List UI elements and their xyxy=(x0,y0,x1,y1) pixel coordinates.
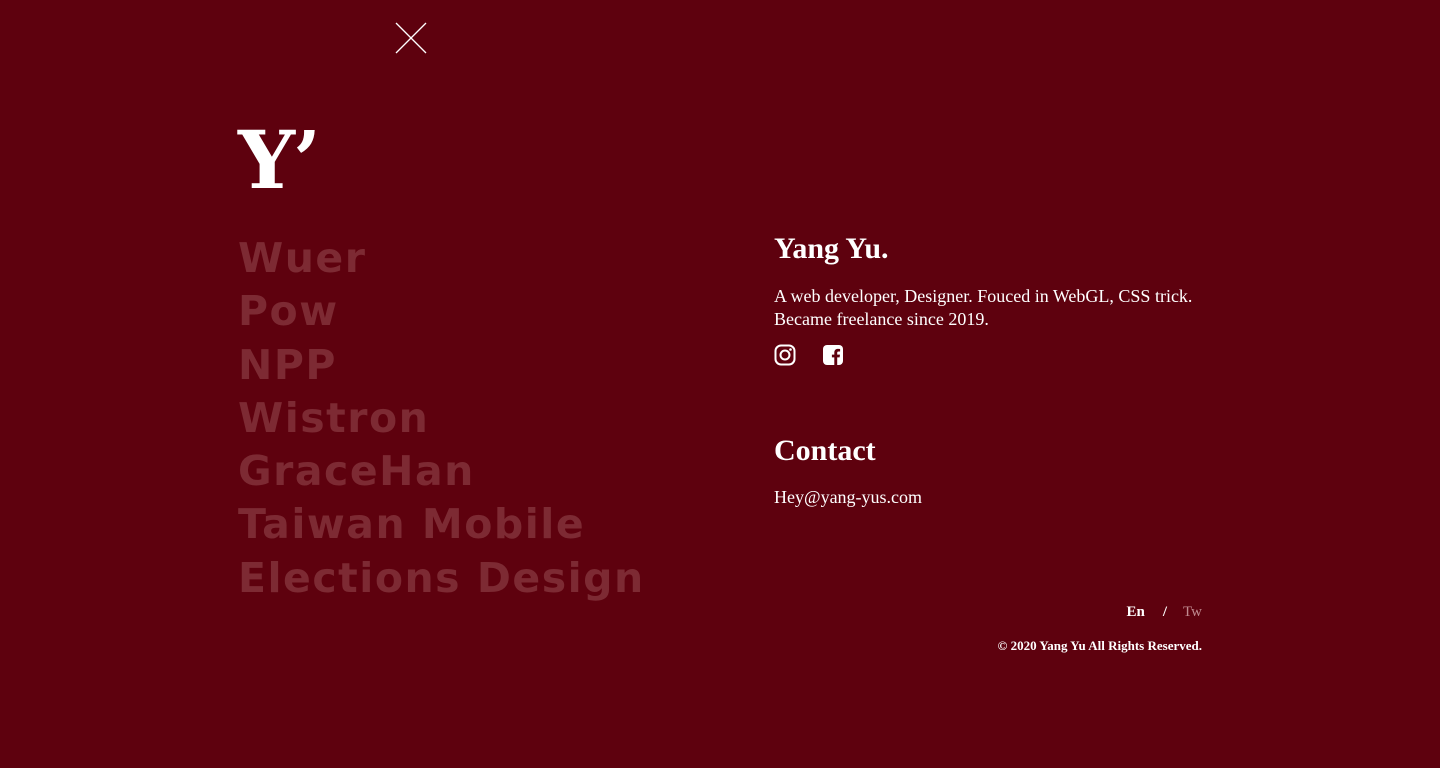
close-icon xyxy=(395,22,427,54)
project-link-gracehan[interactable]: GraceHan xyxy=(238,445,645,498)
social-links xyxy=(774,344,1214,366)
contact-email-link[interactable]: Hey@yang-yus.com xyxy=(774,486,1214,509)
profile-description-line-2: Became freelance since 2019. xyxy=(774,309,989,329)
project-link-pow[interactable]: Pow xyxy=(238,285,645,338)
instagram-icon xyxy=(774,344,796,366)
copyright-text: © 2020 Yang Yu All Rights Reserved. xyxy=(997,638,1202,653)
profile-panel: Yang Yu. A web developer, Designer. Fouc… xyxy=(774,230,1214,509)
project-link-npp[interactable]: NPP xyxy=(238,339,645,392)
instagram-link[interactable] xyxy=(774,344,796,366)
profile-description: A web developer, Designer. Fouced in Web… xyxy=(774,285,1214,331)
facebook-link[interactable] xyxy=(822,344,844,366)
project-link-taiwan-mobile[interactable]: Taiwan Mobile xyxy=(238,498,645,551)
language-en-button[interactable]: En xyxy=(1127,602,1145,622)
profile-name: Yang Yu. xyxy=(774,232,889,265)
close-menu-button[interactable] xyxy=(395,22,427,54)
language-switcher: En / Tw xyxy=(1127,602,1202,622)
language-tw-button[interactable]: Tw xyxy=(1183,602,1202,622)
project-list: Wuer Pow NPP Wistron GraceHan Taiwan Mob… xyxy=(238,232,645,605)
project-link-wuer[interactable]: Wuer xyxy=(238,232,645,285)
contact-title: Contact xyxy=(774,434,876,467)
profile-description-line-1: A web developer, Designer. Fouced in Web… xyxy=(774,286,1193,306)
project-link-wistron[interactable]: Wistron xyxy=(238,392,645,445)
language-separator: / xyxy=(1162,604,1168,620)
facebook-icon xyxy=(823,345,843,365)
logo[interactable]: Y’ xyxy=(238,120,321,200)
project-link-elections-design[interactable]: Elections Design xyxy=(238,552,645,605)
